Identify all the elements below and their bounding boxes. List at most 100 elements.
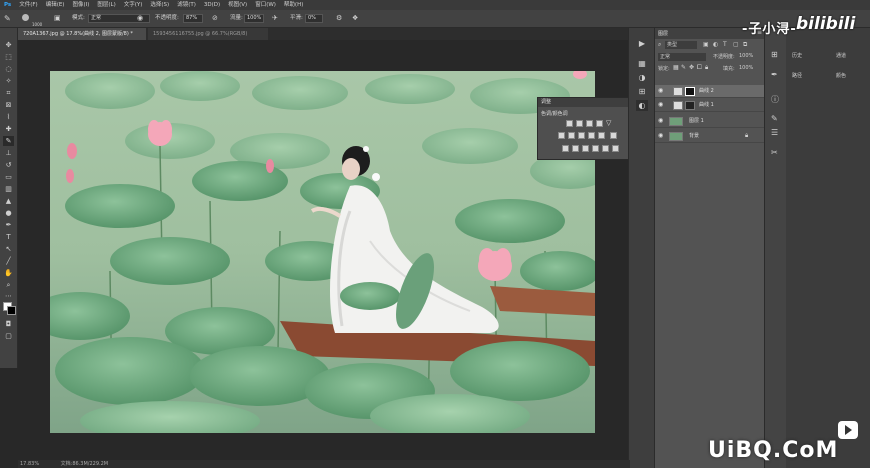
ps-logo-icon[interactable]: Ps bbox=[0, 0, 15, 10]
menu-type[interactable]: 文字(Y) bbox=[120, 0, 147, 10]
brush-tool-icon[interactable]: ✎ bbox=[4, 13, 11, 24]
layer-row-layer-1[interactable]: ◉ 图层 1 bbox=[655, 115, 765, 128]
opacity-input[interactable]: 87% bbox=[183, 14, 203, 23]
shadows-highlights-icon[interactable] bbox=[612, 145, 619, 152]
history-brush-tool-icon[interactable]: ↺ bbox=[3, 160, 14, 170]
swatches-icon[interactable]: ▦ bbox=[636, 58, 648, 69]
lock-all-icon[interactable]: 🔒︎ bbox=[705, 64, 708, 72]
layer-mask-thumb[interactable] bbox=[685, 87, 695, 96]
color-lookup-icon[interactable] bbox=[610, 132, 617, 139]
airbrush-icon[interactable]: ✈ bbox=[272, 13, 278, 24]
photo-filter-icon[interactable] bbox=[588, 132, 595, 139]
healing-tool-icon[interactable]: ✚ bbox=[3, 124, 14, 134]
lock-pixels-icon[interactable]: ✎ bbox=[681, 64, 686, 71]
tab-document-2[interactable]: 1593456116755.jpg @ 66.7%(RGB/8) bbox=[148, 28, 268, 40]
menu-edit[interactable]: 编辑(E) bbox=[42, 0, 69, 10]
lock-transparent-icon[interactable]: ▦ bbox=[673, 64, 679, 71]
filter-smart-icon[interactable]: ⧉ bbox=[743, 41, 747, 49]
fill-input[interactable]: 100% bbox=[739, 65, 753, 71]
crop-tool-icon[interactable]: ⌗ bbox=[3, 88, 14, 98]
layer-name[interactable]: 图层 1 bbox=[689, 117, 704, 126]
zoom-tool-icon[interactable]: ⌕ bbox=[3, 280, 14, 290]
visibility-eye-icon[interactable]: ◉ bbox=[658, 87, 663, 94]
visibility-eye-icon[interactable]: ◉ bbox=[658, 132, 663, 139]
filter-adjust-icon[interactable]: ◐ bbox=[713, 41, 718, 48]
brightness-contrast-icon[interactable] bbox=[566, 120, 573, 127]
exposure-icon[interactable] bbox=[596, 120, 603, 127]
layer-row-background[interactable]: ◉ 背景 🔒︎ bbox=[655, 130, 765, 143]
menu-window[interactable]: 窗口(W) bbox=[251, 0, 280, 10]
layer-opacity-input[interactable]: 100% bbox=[739, 53, 753, 59]
filter-pixel-icon[interactable]: ▣ bbox=[703, 41, 709, 48]
panel-history-label[interactable]: 历史 bbox=[792, 52, 802, 59]
tab-document-1[interactable]: 720A1367.jpg @ 17.8%(曲线 2, 图层蒙版/8) * bbox=[18, 28, 146, 40]
clone-stamp-tool-icon[interactable]: ⊥ bbox=[3, 148, 14, 158]
levels-icon[interactable] bbox=[576, 120, 583, 127]
screen-mode-icon[interactable]: ▢ bbox=[3, 331, 14, 341]
layer-name[interactable]: 背景 bbox=[689, 132, 699, 141]
gradient-tool-icon[interactable]: ▥ bbox=[3, 184, 14, 194]
selective-color-icon[interactable] bbox=[602, 145, 609, 152]
properties-icon[interactable]: ⊞ bbox=[636, 86, 648, 97]
visibility-eye-icon[interactable]: ◉ bbox=[658, 101, 663, 108]
tablet-pressure-icon[interactable]: ⊘ bbox=[212, 13, 218, 24]
menu-layer[interactable]: 图层(L) bbox=[93, 0, 119, 10]
gradient-map-icon[interactable] bbox=[592, 145, 599, 152]
path-select-tool-icon[interactable]: ↖ bbox=[3, 244, 14, 254]
more-tools-icon[interactable]: ⋯ bbox=[3, 291, 14, 301]
adjustments-panel[interactable]: 调整 色调/颜色调 ▽ bbox=[537, 97, 632, 160]
invert-icon[interactable] bbox=[562, 145, 569, 152]
lock-position-icon[interactable]: ✥ bbox=[689, 64, 694, 71]
adjust-sliders-icon[interactable]: ☰ bbox=[771, 128, 778, 137]
background-color-swatch[interactable] bbox=[7, 306, 16, 315]
panel-channels-label[interactable]: 通道 bbox=[836, 52, 846, 59]
zoom-level[interactable]: 17.83% bbox=[20, 461, 39, 467]
dodge-tool-icon[interactable]: ● bbox=[3, 208, 14, 218]
visibility-eye-icon[interactable]: ◉ bbox=[658, 117, 663, 124]
curves-icon[interactable] bbox=[586, 120, 593, 127]
layer-kind-select[interactable]: 类型 bbox=[665, 41, 697, 49]
type-tool-icon[interactable]: T bbox=[3, 232, 14, 242]
smoothing-options-icon[interactable]: ⚙ bbox=[336, 13, 342, 24]
pen-tool-icon[interactable]: ✒ bbox=[3, 220, 14, 230]
posterize-icon[interactable] bbox=[572, 145, 579, 152]
smoothing-input[interactable]: 0% bbox=[305, 14, 323, 23]
layer-row-curves-1[interactable]: ◉ 曲线 1 bbox=[655, 99, 765, 112]
eraser-tool-icon[interactable]: ▭ bbox=[3, 172, 14, 182]
layer-name[interactable]: 曲线 1 bbox=[699, 101, 714, 110]
layers-tab[interactable]: 图层 bbox=[658, 30, 668, 37]
adjustments-panel-icon[interactable]: ◐ bbox=[636, 100, 648, 111]
brush-panel-icon[interactable]: ✎ bbox=[771, 114, 778, 123]
hand-tool-icon[interactable]: ✋ bbox=[3, 268, 14, 278]
pressure-opacity-icon[interactable]: ◉ bbox=[137, 13, 143, 24]
quick-select-tool-icon[interactable]: ✧ bbox=[3, 76, 14, 86]
shape-tool-icon[interactable]: ╱ bbox=[3, 256, 14, 266]
document-size[interactable]: 文档:86.3M/229.2M bbox=[61, 461, 108, 467]
lock-artboard-icon[interactable]: ⧠ bbox=[697, 64, 702, 72]
brush-tool-active-icon[interactable]: ✎ bbox=[3, 136, 14, 146]
eyedropper-tool-icon[interactable]: ⌇ bbox=[3, 112, 14, 122]
menu-view[interactable]: 视图(V) bbox=[224, 0, 251, 10]
black-white-icon[interactable] bbox=[578, 132, 585, 139]
document-image[interactable] bbox=[50, 71, 595, 433]
move-tool-icon[interactable]: ✥ bbox=[3, 40, 14, 50]
layer-mask-thumb[interactable] bbox=[685, 101, 695, 110]
menu-3d[interactable]: 3D(D) bbox=[200, 0, 224, 10]
color-balance-icon[interactable] bbox=[568, 132, 575, 139]
hue-saturation-icon[interactable] bbox=[558, 132, 565, 139]
layer-row-curves-2[interactable]: ◉ 曲线 2 bbox=[655, 85, 765, 98]
quick-mask-icon[interactable]: ◘ bbox=[3, 319, 14, 329]
tools-panel-icon[interactable]: ✂ bbox=[771, 148, 778, 157]
menu-help[interactable]: 帮助(H) bbox=[280, 0, 307, 10]
blend-mode-select[interactable]: 正常 bbox=[658, 53, 706, 61]
threshold-icon[interactable] bbox=[582, 145, 589, 152]
menu-image[interactable]: 图像(I) bbox=[68, 0, 93, 10]
blur-tool-icon[interactable]: ▲ bbox=[3, 196, 14, 206]
paths-panel-icon[interactable]: ✒ bbox=[771, 70, 778, 79]
menu-select[interactable]: 选择(S) bbox=[146, 0, 173, 10]
panel-color-label[interactable]: 颜色 bbox=[836, 72, 846, 79]
info-panel-icon[interactable]: ⓘ bbox=[771, 94, 779, 105]
filter-shape-icon[interactable]: ▢ bbox=[733, 41, 739, 48]
menu-filter[interactable]: 滤镜(T) bbox=[173, 0, 200, 10]
menu-file[interactable]: 文件(F) bbox=[15, 0, 41, 10]
